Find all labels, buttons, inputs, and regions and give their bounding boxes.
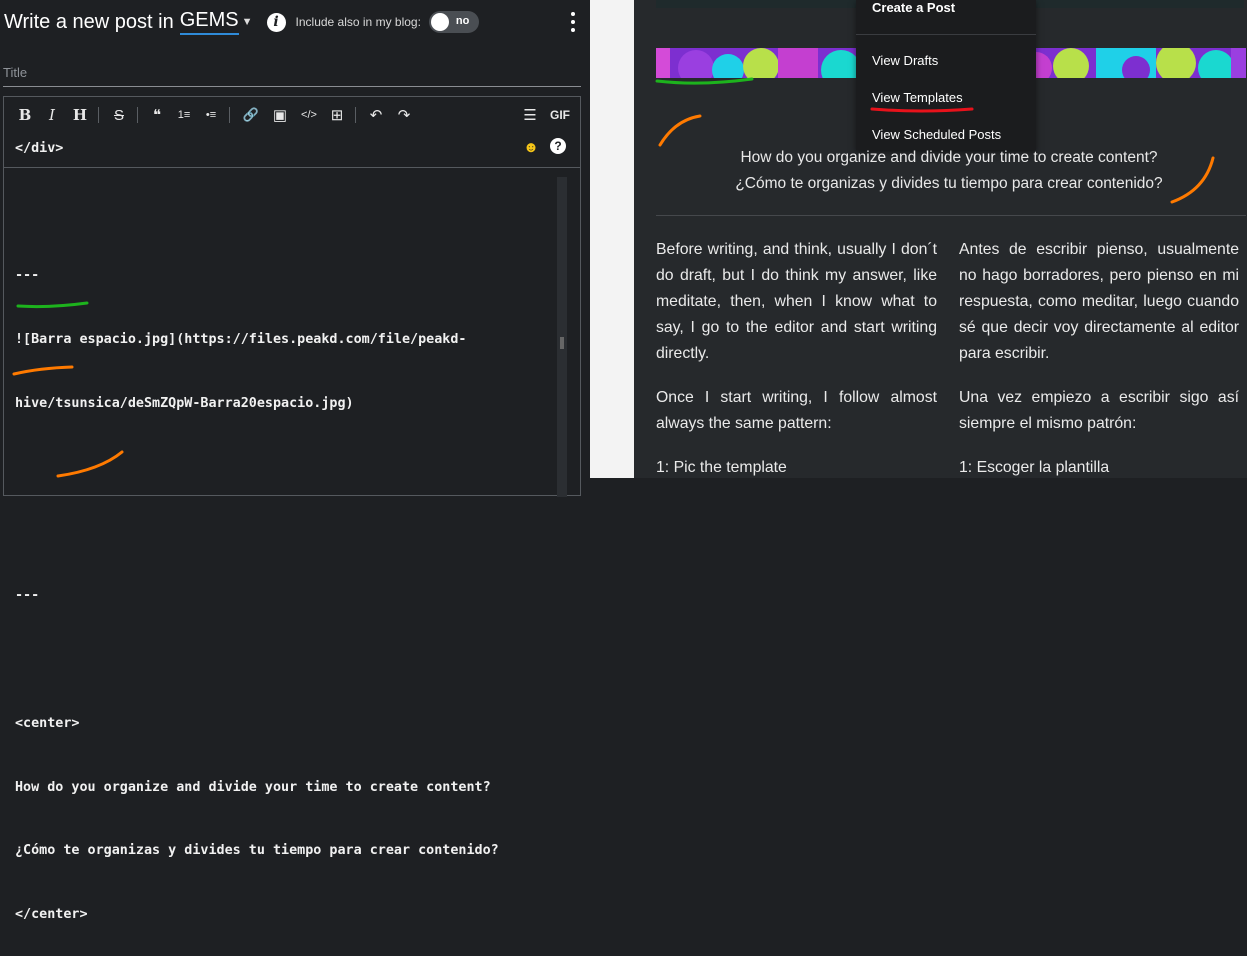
preview-divider [656,215,1246,216]
paragraph: Antes de escribir pienso, usualmente no … [959,241,1239,362]
preview-column-english: Before writing, and think, usually I don… [656,237,937,478]
code-line: ¿Cómo te organizas y divides tu tiempo p… [15,843,499,859]
panel-gap [590,0,634,478]
markdown-textarea[interactable]: </div> --- ![Barra espacio.jpg](https://… [15,95,499,956]
scrollbar-thumb[interactable] [560,337,564,349]
paragraph: 1: Pic the template [656,459,787,476]
code-line: </center> [15,907,88,923]
code-line: ![Barra espacio.jpg](https://files.peakd… [15,332,467,348]
code-line: --- [15,268,40,284]
paragraph: Una vez empiezo a escribir sigo así siem… [959,389,1239,432]
info-icon[interactable]: i [266,12,286,32]
code-line: hive/tsunsica/deSmZQpW-Barra20espacio.jp… [15,396,354,412]
snippets-icon[interactable]: ☰ [520,105,540,125]
menu-item-create-post[interactable]: Create a Post [872,0,955,15]
paragraph: Once I start writing, I follow almost al… [656,389,937,432]
toggle-knob [430,13,449,31]
paragraph: Before writing, and think, usually I don… [656,241,937,362]
paragraph: 1: Escoger la plantilla [959,459,1110,476]
menu-item-view-scheduled[interactable]: View Scheduled Posts [872,127,1001,142]
include-blog-toggle[interactable]: no [428,11,479,33]
help-icon[interactable]: ? [550,138,566,154]
preview-panel: Create a Post View Drafts View Templates… [634,0,1247,478]
editor-title: Write a new post in [4,10,174,33]
editor-header: Write a new post in GEMS ▼ i Include als… [4,8,479,36]
community-selector[interactable]: GEMS [179,9,239,35]
preview-center-es: ¿Cómo te organizas y divides tu tiempo p… [735,175,1163,192]
create-post-dropdown: Create a Post View Drafts View Templates… [856,0,1036,150]
more-options-icon[interactable] [566,12,580,32]
gif-button[interactable]: GIF [547,105,573,125]
editor-panel: Write a new post in GEMS ▼ i Include als… [0,0,590,922]
toggle-label: no [455,15,470,27]
code-line: How do you organize and divide your time… [15,779,491,795]
menu-item-view-drafts[interactable]: View Drafts [872,53,938,68]
code-line: <center> [15,715,80,731]
include-blog-label: Include also in my blog: [295,15,421,29]
editor-scrollbar[interactable] [557,177,567,497]
code-line: --- [15,587,40,603]
menu-item-view-templates[interactable]: View Templates [872,90,963,105]
preview-column-spanish: Antes de escribir pienso, usualmente no … [959,237,1239,478]
preview-center-en: How do you organize and divide your time… [740,149,1158,166]
title-input[interactable] [3,58,581,87]
chevron-down-icon[interactable]: ▼ [242,16,253,28]
code-line: </div> [15,140,64,156]
emoji-icon[interactable]: ☻ [521,137,541,157]
menu-divider [856,34,1036,35]
